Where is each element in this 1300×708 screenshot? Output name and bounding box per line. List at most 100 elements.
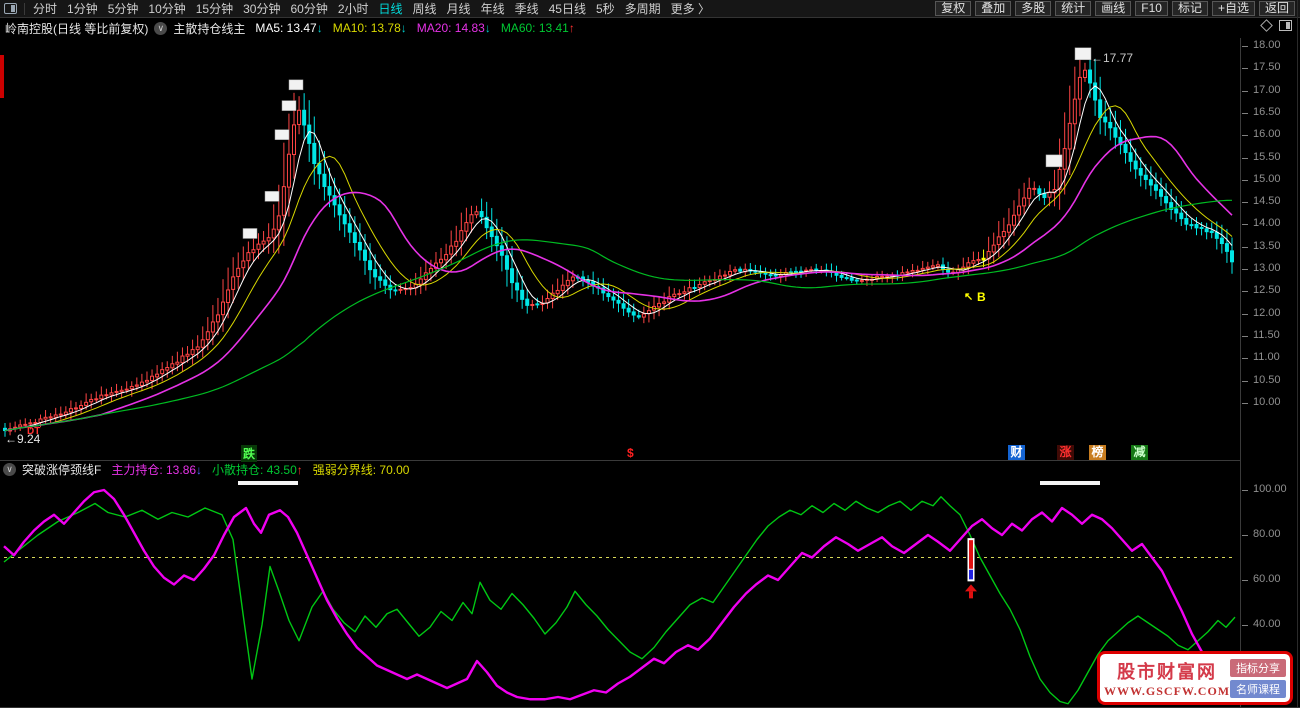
ma-value: MA60: 13.41↑ <box>501 21 575 35</box>
indicator-label: 强弱分界线: 70.00 <box>313 463 410 477</box>
rank-chip-财[interactable]: 财 <box>1008 445 1025 460</box>
period-tab-5分钟[interactable]: 5分钟 <box>103 0 144 17</box>
ma-label: MA10: 13.78 <box>333 21 401 35</box>
axis-label: 16.00 <box>1253 128 1281 140</box>
period-tab-季线[interactable]: 季线 <box>510 0 544 17</box>
axis-tick <box>1242 535 1248 536</box>
trend-arrow-icon: ↓ <box>485 21 491 35</box>
toolbar-actions: 复权叠加多股统计画线 F10 标记 +自选返回 <box>933 1 1300 16</box>
sub-indicator-chart[interactable] <box>0 477 1240 708</box>
axis-label: 11.00 <box>1253 351 1280 363</box>
axis-label: 14.50 <box>1253 195 1281 207</box>
period-tab-30分钟[interactable]: 30分钟 <box>238 0 285 17</box>
period-tab-多周期[interactable]: 多周期 <box>620 0 666 17</box>
rank-chip-涨[interactable]: 涨 <box>1057 445 1074 460</box>
period-tab-分时[interactable]: 分时 <box>28 0 62 17</box>
trend-arrow-icon: ↑ <box>569 21 575 35</box>
axis-label: 17.00 <box>1253 84 1281 96</box>
period-tab-月线[interactable]: 月线 <box>442 0 476 17</box>
axis-tick <box>1242 336 1248 337</box>
axis-label: 12.00 <box>1253 307 1281 319</box>
axis-label: 60.00 <box>1253 573 1281 585</box>
axis-tick <box>1242 625 1248 626</box>
sub-indicator-value: 主力持仓: 13.86↓ <box>111 461 202 478</box>
axis-label: 15.50 <box>1253 151 1281 163</box>
watermark-badges: 指标分享 名师课程 <box>1230 659 1286 698</box>
header-icons <box>1262 20 1292 31</box>
watermark-badge-2: 名师课程 <box>1230 680 1286 698</box>
period-tab-45日线[interactable]: 45日线 <box>544 0 591 17</box>
toolbar-button-+自选[interactable]: +自选 <box>1212 1 1255 16</box>
period-tab-更多 〉[interactable]: 更多 〉 <box>666 0 715 17</box>
axis-label: 100.00 <box>1253 483 1287 495</box>
sub-indicator-name[interactable]: 突破涨停颈线F <box>22 461 101 478</box>
axis-tick <box>1242 46 1248 47</box>
indicator-label: 主力持仓: 13.86 <box>111 463 196 477</box>
svg-text:B: B <box>977 290 986 304</box>
rank-chip-减[interactable]: 减 <box>1131 445 1148 460</box>
toolbar-button-返回[interactable]: 返回 <box>1259 1 1295 16</box>
axis-tick <box>1242 224 1248 225</box>
axis-tick <box>1242 68 1248 69</box>
period-tab-5秒[interactable]: 5秒 <box>591 0 620 17</box>
watermark-url: WWW.GSCFW.COM <box>1104 684 1230 699</box>
diamond-icon[interactable] <box>1260 19 1273 32</box>
axis-tick <box>1242 91 1248 92</box>
toolbar-button-F10[interactable]: F10 <box>1135 1 1168 16</box>
stock-title: 岭南控股(日线 等比前复权) <box>5 20 148 37</box>
dollar-marker: $ <box>627 446 634 460</box>
axis-tick <box>1242 403 1248 404</box>
svg-text:↖: ↖ <box>964 291 973 303</box>
axis-tick <box>1242 580 1248 581</box>
axis-tick <box>1242 202 1248 203</box>
toolbar-button-多股[interactable]: 多股 <box>1015 1 1051 16</box>
split-window-icon[interactable] <box>1279 20 1292 31</box>
period-tab-10分钟[interactable]: 10分钟 <box>143 0 190 17</box>
toolbar-button-复权[interactable]: 复权 <box>935 1 971 16</box>
period-tab-年线[interactable]: 年线 <box>476 0 510 17</box>
period-tabs: 分时1分钟5分钟10分钟15分钟30分钟60分钟2小时日线周线月线年线季线45日… <box>28 0 715 17</box>
axis-tick <box>1242 291 1248 292</box>
trend-arrow-icon: ↓ <box>317 21 323 35</box>
ma-label: MA60: 13.41 <box>501 21 569 35</box>
period-tab-60分钟[interactable]: 60分钟 <box>285 0 332 17</box>
period-tab-日线[interactable]: 日线 <box>374 0 408 17</box>
chevron-down-icon[interactable]: ∨ <box>154 22 167 35</box>
sub-indicator-header: ∨ 突破涨停颈线F 主力持仓: 13.86↓小散持仓: 43.50↑强弱分界线:… <box>0 461 1240 477</box>
axis-label: 12.50 <box>1253 284 1281 296</box>
period-tab-周线[interactable]: 周线 <box>408 0 442 17</box>
period-tab-1分钟[interactable]: 1分钟 <box>62 0 103 17</box>
axis-tick <box>1242 314 1248 315</box>
ma-label: MA5: 13.47 <box>255 21 316 35</box>
toolbar-button-统计[interactable]: 统计 <box>1055 1 1091 16</box>
watermark-title: 股市财富网 <box>1104 658 1230 684</box>
chart-header: 岭南控股(日线 等比前复权) ∨ 主散持仓线主 MA5: 13.47↓MA10:… <box>0 18 1240 38</box>
toolbar-button-标记[interactable]: 标记 <box>1172 1 1208 16</box>
main-candlestick-chart[interactable]: DT←9.24←17.77↖B <box>0 38 1240 444</box>
toolbar-button-叠加[interactable]: 叠加 <box>975 1 1011 16</box>
trend-arrow-icon: ↑ <box>297 463 303 477</box>
axis-label: 10.50 <box>1253 374 1281 386</box>
axis-label: 17.50 <box>1253 61 1281 73</box>
axis-label: 80.00 <box>1253 528 1281 540</box>
axis-label: 16.50 <box>1253 106 1281 118</box>
axis-label: 14.00 <box>1253 217 1281 229</box>
axis-tick <box>1242 113 1248 114</box>
ma-value: MA20: 14.83↓ <box>417 21 491 35</box>
axis-label: 40.00 <box>1253 618 1281 630</box>
watermark-text: 股市财富网 WWW.GSCFW.COM <box>1104 658 1230 699</box>
axis-tick <box>1242 358 1248 359</box>
rank-chip-榜[interactable]: 榜 <box>1089 445 1106 460</box>
sub-indicator-value: 强弱分界线: 70.00 <box>313 461 410 478</box>
axis-label: 15.00 <box>1253 173 1281 185</box>
toolbar-button-画线[interactable]: 画线 <box>1095 1 1131 16</box>
watermark-badge-1: 指标分享 <box>1230 659 1286 677</box>
main-indicator-name[interactable]: 主散持仓线主 <box>173 20 245 37</box>
period-tab-15分钟[interactable]: 15分钟 <box>191 0 238 17</box>
right-border <box>1297 0 1298 708</box>
chevron-down-icon[interactable]: ∨ <box>3 463 16 476</box>
axis-tick <box>1242 490 1248 491</box>
period-tab-2小时[interactable]: 2小时 <box>333 0 374 17</box>
axis-label: 11.50 <box>1253 329 1280 341</box>
app-window-icon[interactable] <box>4 3 17 14</box>
